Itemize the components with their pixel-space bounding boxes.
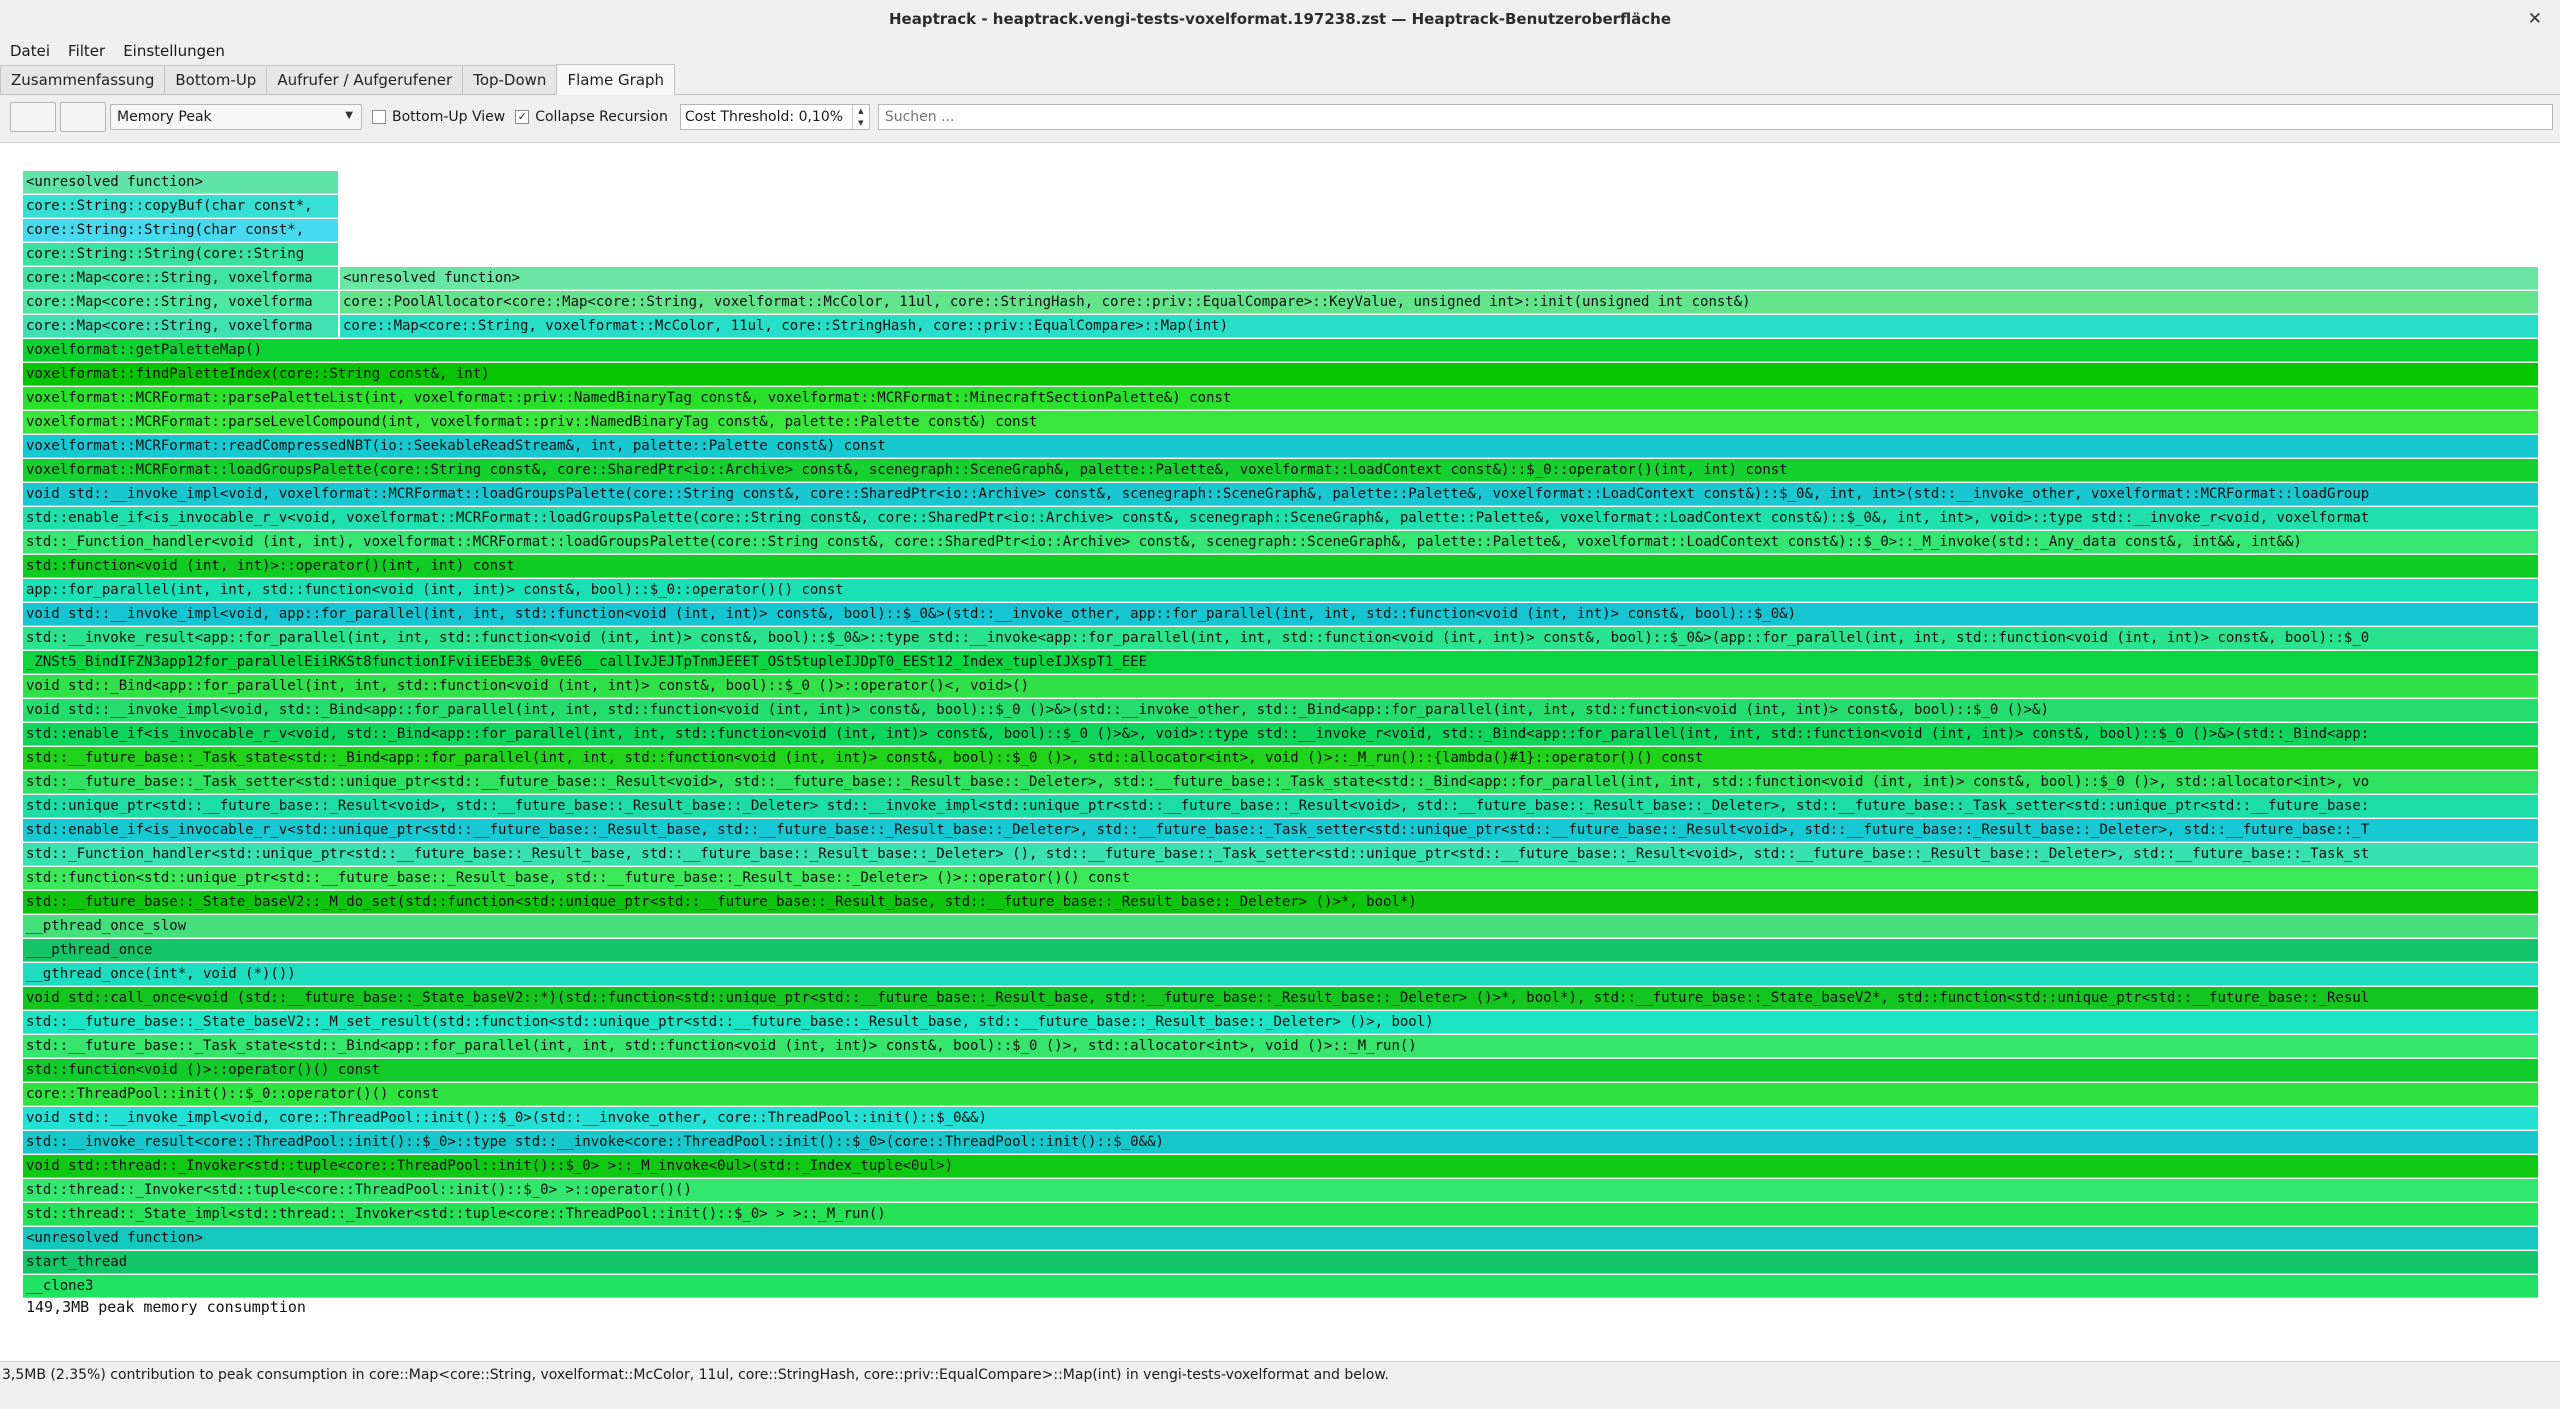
flame-frame[interactable]: <unresolved function> — [340, 267, 2538, 290]
flame-frame[interactable]: core::Map<core::String, voxelforma — [23, 267, 338, 290]
menu-item-datei[interactable]: Datei — [10, 42, 50, 60]
window-title: Heaptrack - heaptrack.vengi-tests-voxelf… — [888, 10, 1672, 28]
flame-frame[interactable]: std::_Function_handler<void (int, int), … — [23, 531, 2538, 554]
menu-bar: Datei Filter Einstellungen — [0, 38, 2560, 64]
flame-frame[interactable]: std::__invoke_result<core::ThreadPool::i… — [23, 1131, 2538, 1154]
cost-type-select[interactable]: Memory Peak ▼ — [110, 104, 362, 130]
flame-graph-canvas[interactable]: <unresolved function> core::String::copyB… — [0, 142, 2560, 1363]
flame-frame[interactable]: void std::__invoke_impl<void, app::for_p… — [23, 603, 2538, 626]
flame-frame[interactable]: std::function<void ()>::operator()() con… — [23, 1059, 2538, 1082]
tab-summary[interactable]: Zusammenfassung — [0, 65, 166, 94]
flame-frame[interactable]: <unresolved function> — [23, 171, 338, 194]
flame-frame[interactable]: voxelformat::getPaletteMap() — [23, 339, 2538, 362]
tab-flame-graph[interactable]: Flame Graph — [556, 64, 676, 95]
flame-frame[interactable]: start_thread — [23, 1251, 2538, 1274]
forward-button[interactable] — [60, 102, 106, 132]
window-titlebar: Heaptrack - heaptrack.vengi-tests-voxelf… — [0, 0, 2560, 38]
flame-frame[interactable]: std::__future_base::_State_baseV2::_M_se… — [23, 1011, 2538, 1034]
flame-frame[interactable]: <unresolved function> — [23, 1227, 2538, 1250]
checkbox-box — [372, 110, 386, 124]
flame-frame[interactable]: __gthread_once(int*, void (*)()) — [23, 963, 2538, 986]
flame-frame[interactable]: void std::__invoke_impl<void, core::Thre… — [23, 1107, 2538, 1130]
collapse-recursion-label: Collapse Recursion — [535, 109, 668, 125]
flame-frame[interactable]: ___pthread_once — [23, 939, 2538, 962]
flame-frame[interactable]: core::Map<core::String, voxelforma — [23, 291, 338, 314]
cost-type-value: Memory Peak — [117, 109, 212, 125]
flame-frame[interactable]: void std::thread::_Invoker<std::tuple<co… — [23, 1155, 2538, 1178]
flame-frame[interactable]: core::ThreadPool::init()::$_0::operator(… — [23, 1083, 2538, 1106]
tab-bottom-up[interactable]: Bottom-Up — [164, 65, 268, 94]
flame-frame[interactable]: voxelformat::MCRFormat::parsePaletteList… — [23, 387, 2538, 410]
flame-frame[interactable]: std::thread::_State_impl<std::thread::_I… — [23, 1203, 2538, 1226]
flame-frame[interactable]: std::unique_ptr<std::__future_base::_Res… — [23, 795, 2538, 818]
tab-caller-callee[interactable]: Aufrufer / Aufgerufener — [266, 65, 464, 94]
status-bar: 3,5MB (2.35%) contribution to peak consu… — [0, 1361, 2560, 1409]
peak-memory-label: 149,3MB peak memory consumption — [26, 1298, 306, 1316]
flame-frame[interactable]: voxelformat::MCRFormat::readCompressedNB… — [23, 435, 2538, 458]
search-input[interactable] — [877, 104, 2553, 130]
flame-frame[interactable]: std::enable_if<is_invocable_r_v<void, st… — [23, 723, 2538, 746]
flame-frame[interactable]: void std::_Bind<app::for_parallel(int, i… — [23, 675, 2538, 698]
flame-frame[interactable]: std::enable_if<is_invocable_r_v<void, vo… — [23, 507, 2538, 530]
flame-frame[interactable]: void std::__invoke_impl<void, std::_Bind… — [23, 699, 2538, 722]
status-text: 3,5MB (2.35%) contribution to peak consu… — [2, 1367, 1389, 1383]
flame-frame[interactable]: std::function<void (int, int)>::operator… — [23, 555, 2538, 578]
flame-frame[interactable]: _ZNSt5_BindIFZN3app12for_parallelEiiRKSt… — [23, 651, 2538, 674]
flame-frame[interactable]: core::String::String(core::String — [23, 243, 338, 266]
cost-threshold-value: Cost Threshold: 0,10% — [684, 109, 844, 125]
tab-bar: Zusammenfassung Bottom-Up Aufrufer / Auf… — [0, 64, 2560, 95]
menu-item-einstellungen[interactable]: Einstellungen — [123, 42, 225, 60]
flame-frame[interactable]: core::String::copyBuf(char const*, — [23, 195, 338, 218]
flame-frame[interactable]: app::for_parallel(int, int, std::functio… — [23, 579, 2538, 602]
flame-frame[interactable]: core::PoolAllocator<core::Map<core::Stri… — [340, 291, 2538, 314]
flame-frame[interactable]: void std::call_once<void (std::__future_… — [23, 987, 2538, 1010]
flame-frame[interactable]: core::Map<core::String, voxelformat::McC… — [340, 315, 2538, 338]
flame-frame[interactable]: std::enable_if<is_invocable_r_v<std::uni… — [23, 819, 2538, 842]
bottom-up-view-checkbox[interactable]: Bottom-Up View — [372, 109, 505, 125]
flame-frame[interactable]: __pthread_once_slow — [23, 915, 2538, 938]
spin-arrows-icon[interactable]: ▲ ▼ — [851, 105, 869, 129]
flame-frame[interactable]: std::function<std::unique_ptr<std::__fut… — [23, 867, 2538, 890]
checkmark-icon: ✓ — [515, 110, 530, 124]
flame-frame[interactable]: void std::__invoke_impl<void, voxelforma… — [23, 483, 2538, 506]
flame-frame[interactable]: voxelformat::MCRFormat::parseLevelCompou… — [23, 411, 2538, 434]
flame-frame[interactable]: std::__future_base::_Task_state<std::_Bi… — [23, 747, 2538, 770]
cost-threshold-spinbox[interactable]: Cost Threshold: 0,10% ▲ ▼ — [679, 104, 870, 130]
flame-frame[interactable]: core::Map<core::String, voxelforma — [23, 315, 338, 338]
flame-frame[interactable]: std::thread::_Invoker<std::tuple<core::T… — [23, 1179, 2538, 1202]
flame-frame[interactable]: std::__future_base::_Task_state<std::_Bi… — [23, 1035, 2538, 1058]
flame-frame[interactable]: voxelformat::findPaletteIndex(core::Stri… — [23, 363, 2538, 386]
flame-frame[interactable]: std::__future_base::_State_baseV2::_M_do… — [23, 891, 2538, 914]
tab-top-down[interactable]: Top-Down — [462, 65, 558, 94]
flame-frame[interactable]: std::_Function_handler<std::unique_ptr<s… — [23, 843, 2538, 866]
collapse-recursion-checkbox[interactable]: ✓ Collapse Recursion — [515, 109, 668, 125]
flame-frame[interactable]: core::String::String(char const*, — [23, 219, 338, 242]
flame-frame[interactable]: std::__invoke_result<app::for_parallel(i… — [23, 627, 2538, 650]
flamegraph-toolbar: Memory Peak ▼ Bottom-Up View ✓ Collapse … — [0, 95, 2560, 139]
flame-frame[interactable]: voxelformat::MCRFormat::loadGroupsPalett… — [23, 459, 2538, 482]
flame-frame[interactable]: __clone3 — [23, 1275, 2538, 1298]
bottom-up-view-label: Bottom-Up View — [392, 109, 506, 125]
flame-frame[interactable]: std::__future_base::_Task_setter<std::un… — [23, 771, 2538, 794]
back-button[interactable] — [10, 102, 56, 132]
chevron-down-icon: ▼ — [345, 110, 353, 121]
menu-item-filter[interactable]: Filter — [68, 42, 105, 60]
close-icon[interactable]: ✕ — [2528, 0, 2542, 38]
